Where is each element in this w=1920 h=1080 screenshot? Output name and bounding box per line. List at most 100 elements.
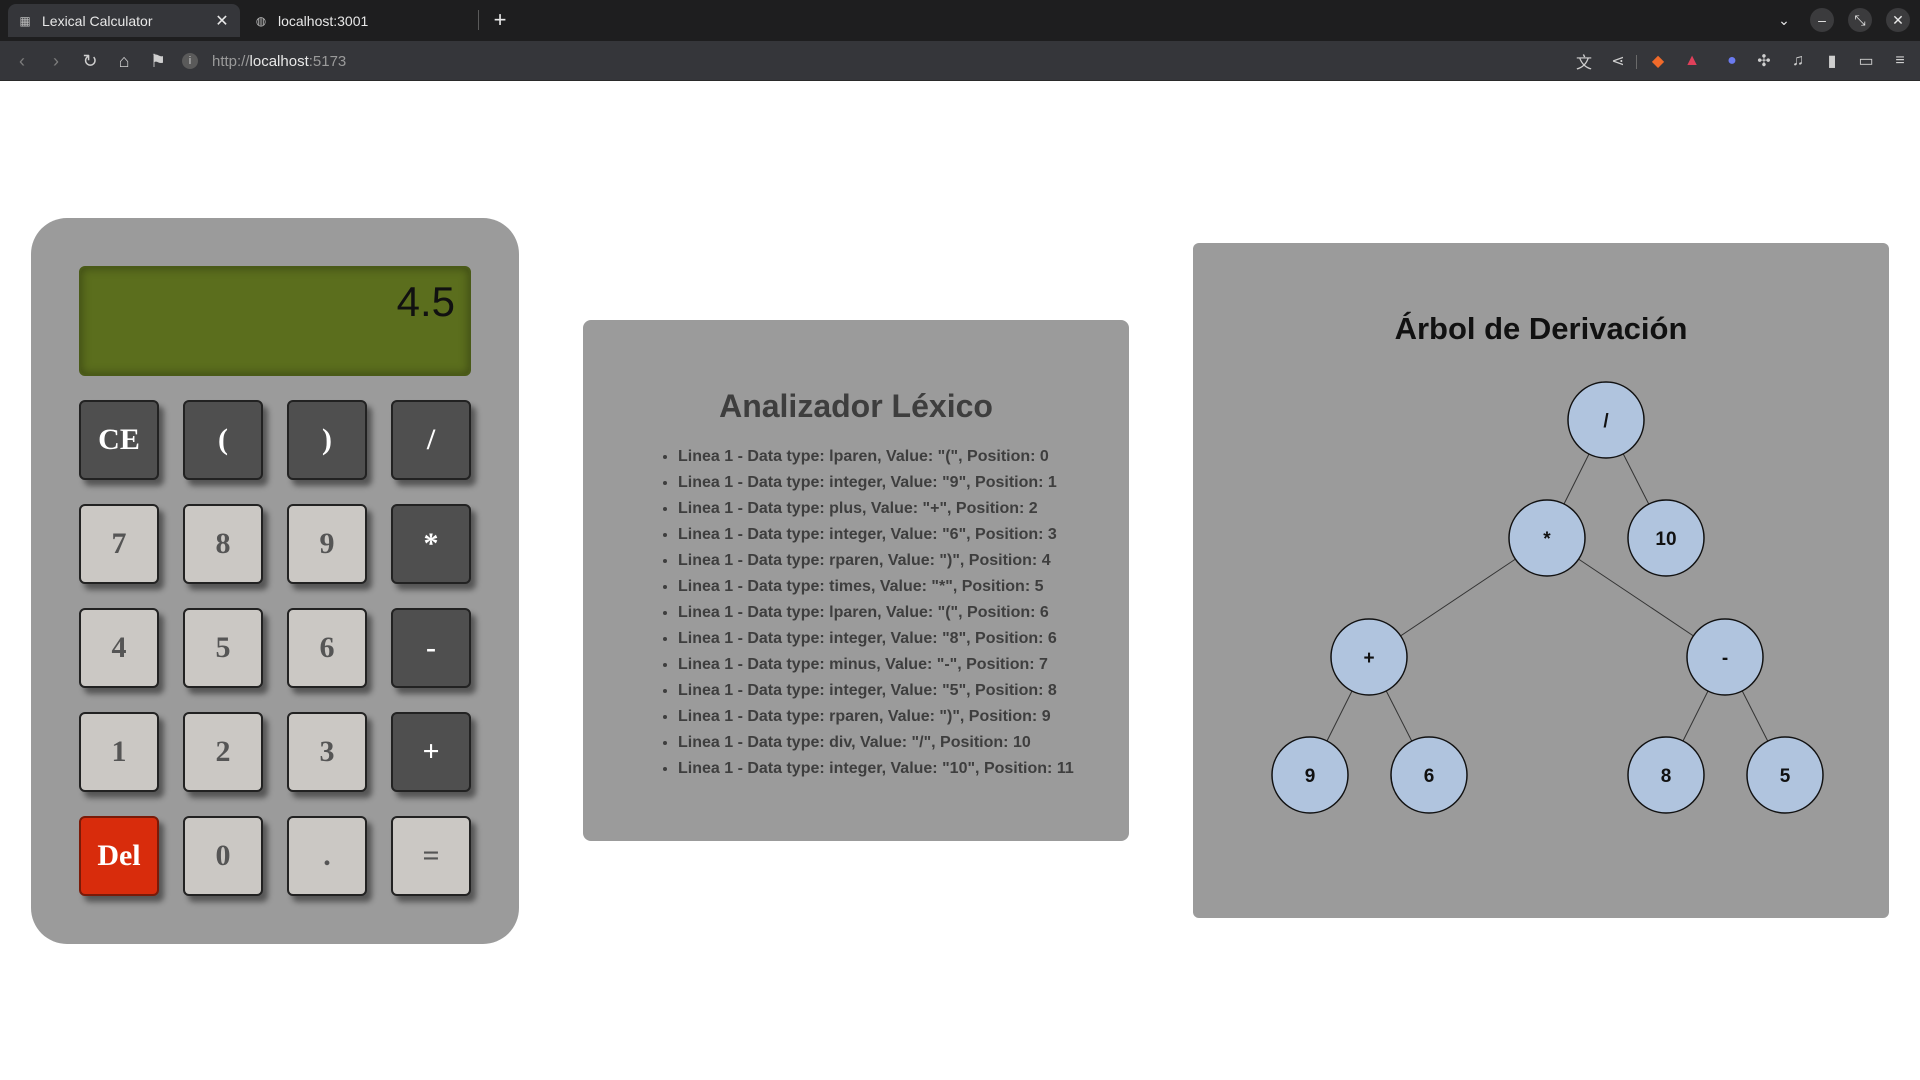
reload-icon[interactable]: ↻ — [78, 49, 102, 73]
key-5-button[interactable]: 5 — [183, 608, 263, 688]
key-delete-button[interactable]: Del — [79, 816, 159, 896]
key-7-button[interactable]: 7 — [79, 504, 159, 584]
tree-node: / — [1567, 381, 1645, 459]
forward-icon[interactable]: › — [44, 49, 68, 73]
globe-icon: ◍ — [255, 13, 267, 28]
key-9-button[interactable]: 9 — [287, 504, 367, 584]
address-toolbar: ‹ › ↻ ⌂ ⚑ i http://localhost:5173 文 ⋖ ◆ … — [0, 41, 1920, 81]
tree-node-label: 10 — [1655, 529, 1676, 550]
brave-rewards-icon[interactable]: ▲ — [1680, 49, 1704, 73]
key-6-button[interactable]: 6 — [287, 608, 367, 688]
token-item: Linea 1 - Data type: div, Value: "/", Po… — [678, 730, 1074, 756]
tree-edge — [1741, 690, 1769, 742]
key-8-button[interactable]: 8 — [183, 504, 263, 584]
key-subtract-button[interactable]: - — [391, 608, 471, 688]
tree-edge — [1622, 453, 1650, 505]
tree-node-label: 9 — [1305, 766, 1316, 787]
key-1-button[interactable]: 1 — [79, 712, 159, 792]
tree-node-label: 5 — [1780, 766, 1791, 787]
tree-node-label: * — [1543, 529, 1551, 550]
lexer-title: Analizador Léxico — [719, 388, 993, 424]
token-item: Linea 1 - Data type: integer, Value: "8"… — [678, 626, 1074, 652]
tree-node: + — [1330, 618, 1408, 696]
share-icon[interactable]: ⋖ — [1606, 49, 1630, 73]
tree-node-label: - — [1722, 648, 1728, 669]
tree-node: 5 — [1746, 736, 1824, 814]
tree-edge — [1563, 453, 1590, 505]
key-add-button[interactable]: + — [391, 712, 471, 792]
key-2-button[interactable]: 2 — [183, 712, 263, 792]
tree-node-label: + — [1363, 648, 1374, 669]
close-window-button[interactable]: ✕ — [1886, 8, 1910, 32]
token-item: Linea 1 - Data type: integer, Value: "6"… — [678, 522, 1074, 548]
token-item: Linea 1 - Data type: lparen, Value: "(",… — [678, 444, 1074, 470]
sidebar-icon[interactable]: ▮ — [1820, 49, 1844, 73]
toolbar-divider — [1636, 55, 1637, 69]
tree-node-label: / — [1603, 411, 1609, 432]
token-item: Linea 1 - Data type: integer, Value: "10… — [678, 756, 1074, 782]
menu-icon[interactable]: ≡ — [1888, 49, 1912, 73]
restore-button[interactable]: ⤡ — [1848, 8, 1872, 32]
token-item: Linea 1 - Data type: rparen, Value: ")",… — [678, 548, 1074, 574]
tree-node: 10 — [1627, 499, 1705, 577]
token-item: Linea 1 - Data type: lparen, Value: "(",… — [678, 600, 1074, 626]
lexical-analyzer-panel: Analizador Léxico Linea 1 - Data type: l… — [583, 320, 1129, 841]
tree-node: 8 — [1627, 736, 1705, 814]
key-4-button[interactable]: 4 — [79, 608, 159, 688]
minimize-button[interactable]: – — [1810, 8, 1834, 32]
url-scheme: http:// — [212, 52, 250, 70]
tab-divider — [478, 10, 479, 30]
tab-title: localhost:3001 — [278, 12, 369, 29]
tree-node: * — [1508, 499, 1586, 577]
derivation-tree-panel: Árbol de Derivación / * 10 + -9 6 8 5 — [1193, 243, 1889, 918]
tree-node-label: 6 — [1424, 766, 1435, 787]
site-info-icon[interactable]: i — [182, 53, 198, 69]
url-port: :5173 — [308, 52, 347, 70]
token-item: Linea 1 - Data type: rparen, Value: ")",… — [678, 704, 1074, 730]
key-multiply-button[interactable]: * — [391, 504, 471, 584]
key-equals-button[interactable]: = — [391, 816, 471, 896]
translate-icon[interactable]: 文 — [1572, 49, 1596, 73]
tab-title: Lexical Calculator — [42, 12, 153, 29]
key-0-button[interactable]: 0 — [183, 816, 263, 896]
back-icon[interactable]: ‹ — [10, 49, 34, 73]
browser-tab-bar: ▦ Lexical Calculator ✕ ◍ localhost:3001 … — [0, 0, 1920, 41]
tab-localhost-3001[interactable]: ◍ localhost:3001 — [244, 4, 476, 37]
key-open-paren-button[interactable]: ( — [183, 400, 263, 480]
derivation-tree-graph: / * 10 + - 9 6 8 5 — [1271, 381, 1824, 814]
bookmark-icon[interactable]: ⚑ — [146, 49, 170, 73]
calculator: 4.5 CE () / 7 8 9 * 4 5 6- 1 2 3 + Del 0. = — [31, 218, 519, 944]
url-field[interactable]: i http://localhost:5173 — [182, 47, 346, 75]
calculator-display: 4.5 — [79, 266, 471, 376]
extensions-icon[interactable]: ✣ — [1752, 49, 1776, 73]
calculator-favicon-icon: ▦ — [19, 13, 31, 28]
token-item: Linea 1 - Data type: integer, Value: "5"… — [678, 678, 1074, 704]
tree-edge — [1385, 690, 1413, 742]
key-divide-button[interactable]: / — [391, 400, 471, 480]
tab-list-chevron-icon[interactable]: ⌄ — [1772, 8, 1796, 32]
close-tab-icon[interactable]: ✕ — [212, 11, 232, 31]
key-clear-button[interactable]: CE — [79, 400, 159, 480]
url-host: localhost — [249, 52, 309, 70]
key-close-paren-button[interactable]: ) — [287, 400, 367, 480]
brave-shield-icon[interactable]: ◆ — [1646, 49, 1670, 73]
token-item: Linea 1 - Data type: plus, Value: "+", P… — [678, 496, 1074, 522]
token-item: Linea 1 - Data type: minus, Value: "-", … — [678, 652, 1074, 678]
token-item: Linea 1 - Data type: times, Value: "*", … — [678, 574, 1074, 600]
tree-edge — [1400, 558, 1516, 637]
media-icon[interactable]: ♫ — [1786, 49, 1810, 73]
new-tab-button[interactable]: + — [488, 7, 512, 32]
tree-node-label: 8 — [1661, 766, 1672, 787]
home-icon[interactable]: ⌂ — [112, 49, 136, 73]
tree-edge — [1682, 690, 1709, 742]
tab-lexical-calculator[interactable]: ▦ Lexical Calculator ✕ — [8, 4, 240, 37]
token-list: Linea 1 - Data type: lparen, Value: "(",… — [678, 444, 1074, 782]
tree-node: 9 — [1271, 736, 1349, 814]
tree-node: 6 — [1390, 736, 1468, 814]
key-3-button[interactable]: 3 — [287, 712, 367, 792]
token-item: Linea 1 - Data type: integer, Value: "9"… — [678, 470, 1074, 496]
vpn-icon[interactable]: ● — [1720, 49, 1744, 73]
display-value: 4.5 — [396, 278, 455, 325]
key-decimal-button[interactable]: . — [287, 816, 367, 896]
wallet-icon[interactable]: ▭ — [1854, 49, 1878, 73]
